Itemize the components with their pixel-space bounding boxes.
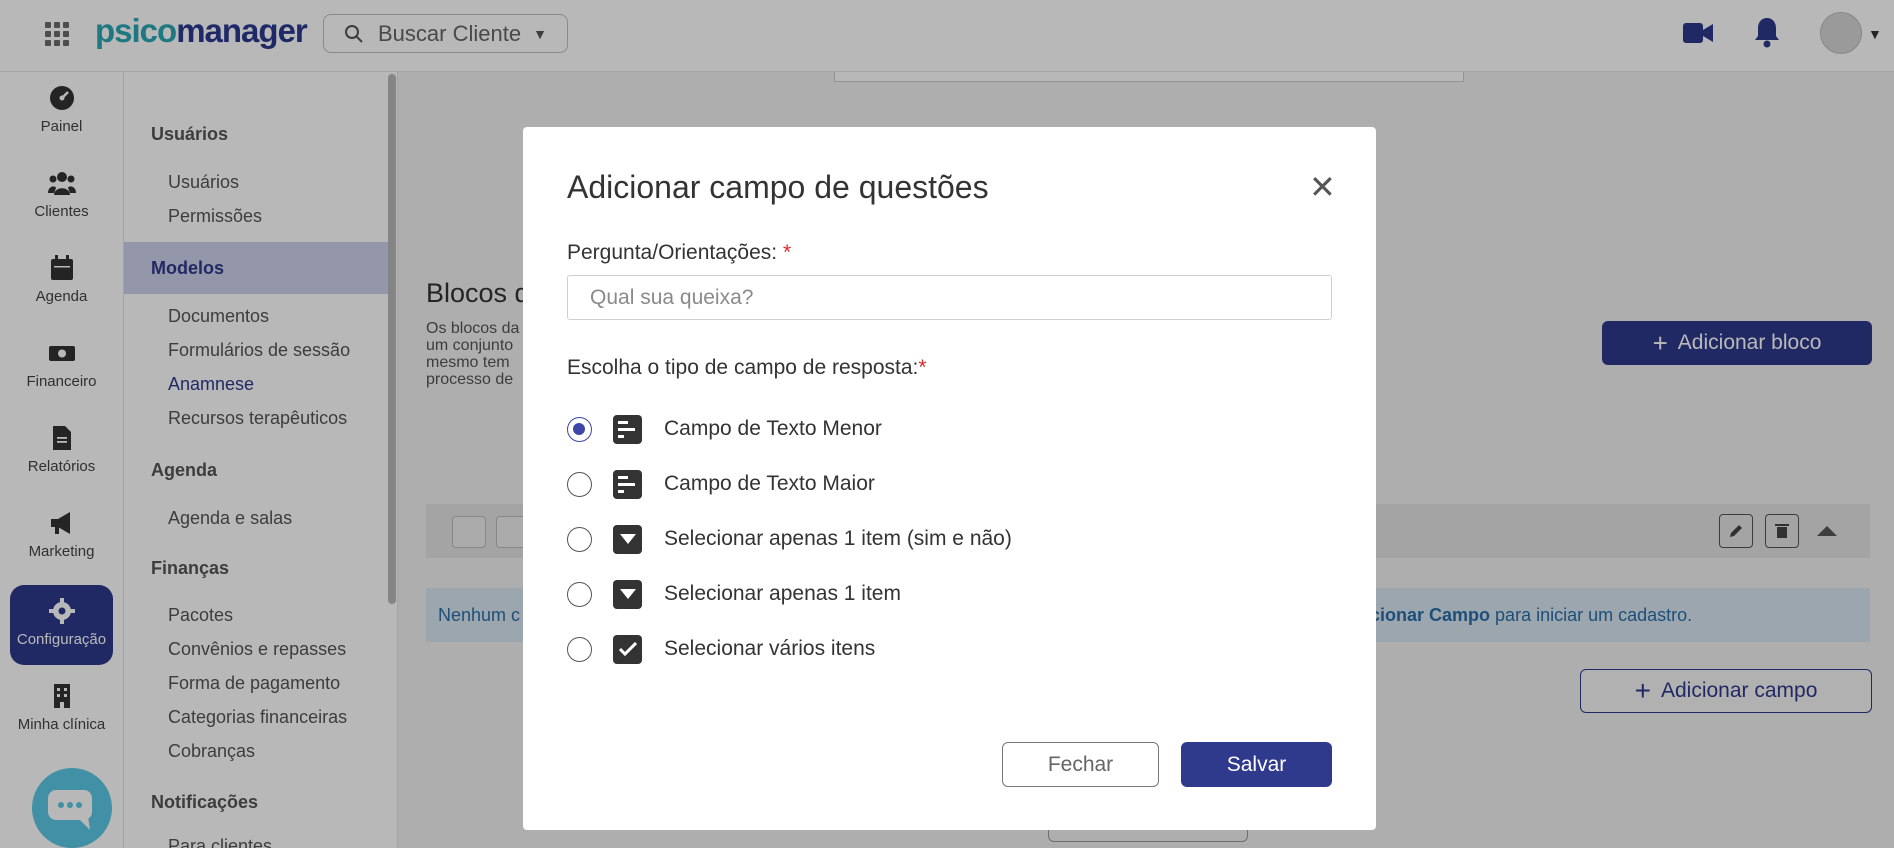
option-label: Campo de Texto Menor — [664, 417, 882, 440]
modal-title: Adicionar campo de questões — [567, 169, 989, 205]
long-text-icon — [613, 469, 642, 499]
radio-single-select[interactable] — [567, 581, 592, 607]
question-label: Pergunta/Orientações: * — [567, 241, 792, 264]
option-single-select-yes-no[interactable]: Selecionar apenas 1 item (sim e não) — [567, 519, 1012, 559]
radio-single-select-yes-no[interactable] — [567, 526, 592, 552]
radio-short-text[interactable] — [567, 416, 592, 442]
option-label: Campo de Texto Maior — [664, 472, 875, 495]
checkbox-icon — [613, 634, 642, 664]
close-icon[interactable]: ✕ — [1309, 171, 1336, 203]
dropdown-icon — [613, 524, 642, 554]
option-single-select[interactable]: Selecionar apenas 1 item — [567, 574, 901, 614]
option-multi-select[interactable]: Selecionar vários itens — [567, 629, 875, 669]
question-input[interactable] — [567, 275, 1332, 320]
required-marker: * — [918, 356, 927, 379]
radio-long-text[interactable] — [567, 471, 592, 497]
option-label: Selecionar vários itens — [664, 637, 876, 660]
required-marker: * — [782, 241, 792, 264]
option-label: Selecionar apenas 1 item — [664, 582, 901, 605]
option-label: Selecionar apenas 1 item (sim e não) — [664, 527, 1012, 550]
radio-multi-select[interactable] — [567, 636, 592, 662]
option-short-text[interactable]: Campo de Texto Menor — [567, 409, 882, 449]
close-button[interactable]: Fechar — [1002, 742, 1159, 787]
response-type-label: Escolha o tipo de campo de resposta:* — [567, 356, 927, 379]
save-button[interactable]: Salvar — [1181, 742, 1332, 787]
add-question-field-modal: Adicionar campo de questões ✕ Pergunta/O… — [523, 127, 1376, 830]
short-text-icon — [613, 414, 642, 444]
option-long-text[interactable]: Campo de Texto Maior — [567, 464, 875, 504]
dropdown-icon — [613, 579, 642, 609]
